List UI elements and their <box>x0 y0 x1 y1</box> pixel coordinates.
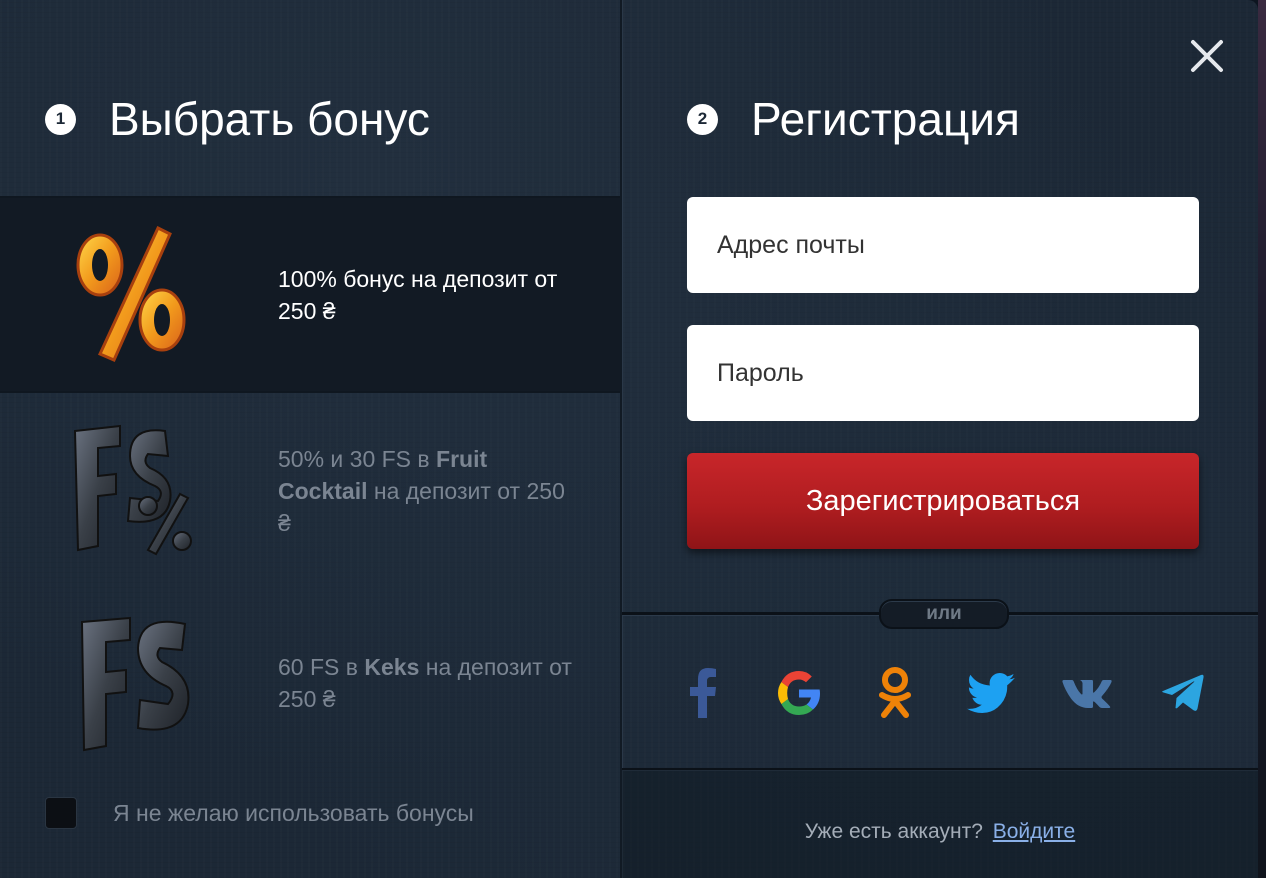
email-field[interactable] <box>687 197 1199 293</box>
odnoklassniki-icon[interactable] <box>867 665 923 721</box>
register-button[interactable]: Зарегистрироваться <box>687 453 1199 549</box>
vk-icon[interactable] <box>1059 665 1115 721</box>
step-number-badge: 2 <box>687 103 718 135</box>
no-bonus-option[interactable]: Я не желаю использовать бонусы <box>45 797 474 829</box>
login-question: Уже есть аккаунт? <box>804 820 983 843</box>
step-number-badge: 1 <box>45 103 76 135</box>
google-icon[interactable] <box>771 665 827 721</box>
login-prompt: Уже есть аккаунт? Войдите <box>622 820 1258 844</box>
registration-step-header: 2 Регистрация <box>687 92 1020 146</box>
bonus-title: Выбрать бонус <box>109 93 430 145</box>
close-icon[interactable] <box>1187 36 1227 76</box>
bonus-description: 60 FS в Keks на депозит от 250 ₴ <box>278 654 572 712</box>
percent-icon <box>70 220 200 370</box>
facebook-icon[interactable] <box>675 665 731 721</box>
twitter-icon[interactable] <box>963 665 1019 721</box>
bonus-option-deposit-100[interactable]: 100% бонус на депозит от 250 ₴ <box>0 198 620 393</box>
fs-icon <box>70 608 200 758</box>
bonus-step-header: 1 Выбрать бонус <box>45 92 430 146</box>
registration-panel: 2 Регистрация Зарегистрироваться или <box>622 0 1258 878</box>
no-bonus-checkbox[interactable] <box>45 797 77 829</box>
login-link[interactable]: Войдите <box>993 820 1075 843</box>
registration-modal: 1 Выбрать бонус 100% бонус на депозит от… <box>0 0 1258 878</box>
background-edge <box>1258 0 1266 878</box>
fs-percent-icon <box>70 416 200 566</box>
bonus-description: 50% и 30 FS в Fruit Cocktail на депозит … <box>278 445 565 536</box>
or-label: или <box>879 599 1009 629</box>
bonus-panel: 1 Выбрать бонус 100% бонус на депозит от… <box>0 0 620 878</box>
bonus-description: 100% бонус на депозит от 250 ₴ <box>278 265 558 324</box>
bonus-option-keks[interactable]: 60 FS в Keks на депозит от 250 ₴ <box>0 588 620 778</box>
registration-title: Регистрация <box>751 93 1020 145</box>
no-bonus-label: Я не желаю использовать бонусы <box>113 799 474 826</box>
password-field[interactable] <box>687 325 1199 421</box>
social-login-bar <box>622 665 1258 725</box>
telegram-icon[interactable] <box>1155 665 1211 721</box>
bonus-option-fruit-cocktail[interactable]: 50% и 30 FS в Fruit Cocktail на депозит … <box>0 393 620 588</box>
